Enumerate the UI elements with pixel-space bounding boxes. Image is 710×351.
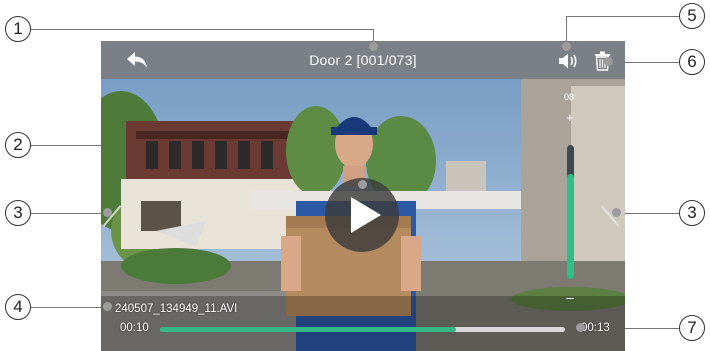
leader-line-1 (31, 29, 374, 30)
top-bar: Door 2 [001/073] (101, 41, 625, 79)
callout-7: 7 (679, 315, 705, 341)
total-time: 00:13 (581, 322, 610, 334)
speaker-icon[interactable] (558, 52, 580, 70)
callout-dot-1 (369, 42, 378, 51)
callout-6: 6 (679, 49, 705, 75)
volume-slider[interactable] (567, 145, 574, 279)
callout-dot-7 (576, 323, 585, 332)
playback-screen: Door 2 [001/073] 08 + – 240507_134949_11… (101, 41, 625, 351)
callout-5: 5 (679, 3, 705, 29)
volume-down-button[interactable]: – (566, 289, 574, 305)
volume-level-label: 08 (564, 92, 575, 102)
leader-line-3-right (616, 213, 679, 214)
callout-1: 1 (5, 16, 31, 42)
volume-up-button[interactable]: + (566, 110, 574, 125)
play-button[interactable] (325, 178, 399, 252)
progress-bar-fill (160, 327, 456, 332)
leader-line-5 (566, 16, 679, 17)
leader-line-3-left (31, 213, 107, 214)
callout-dot-5 (562, 42, 571, 51)
callout-dot-3-left (103, 208, 112, 217)
play-icon (351, 197, 381, 233)
leader-line-4 (31, 307, 107, 308)
recording-filename: 240507_134949_11.AVI (115, 303, 238, 315)
callout-dot-2 (358, 180, 367, 189)
callout-4: 4 (5, 294, 31, 320)
back-arrow-icon[interactable] (125, 50, 149, 70)
callout-dot-3-right (612, 208, 621, 217)
volume-slider-fill (567, 174, 574, 279)
progress-bar[interactable] (160, 327, 565, 332)
callout-3-right: 3 (679, 200, 705, 226)
callout-3-left: 3 (5, 200, 31, 226)
current-time: 00:10 (120, 322, 149, 334)
recording-title: Door 2 [001/073] (309, 52, 417, 68)
callout-dot-6 (604, 57, 613, 66)
callout-2: 2 (5, 132, 31, 158)
callout-dot-4 (103, 302, 112, 311)
